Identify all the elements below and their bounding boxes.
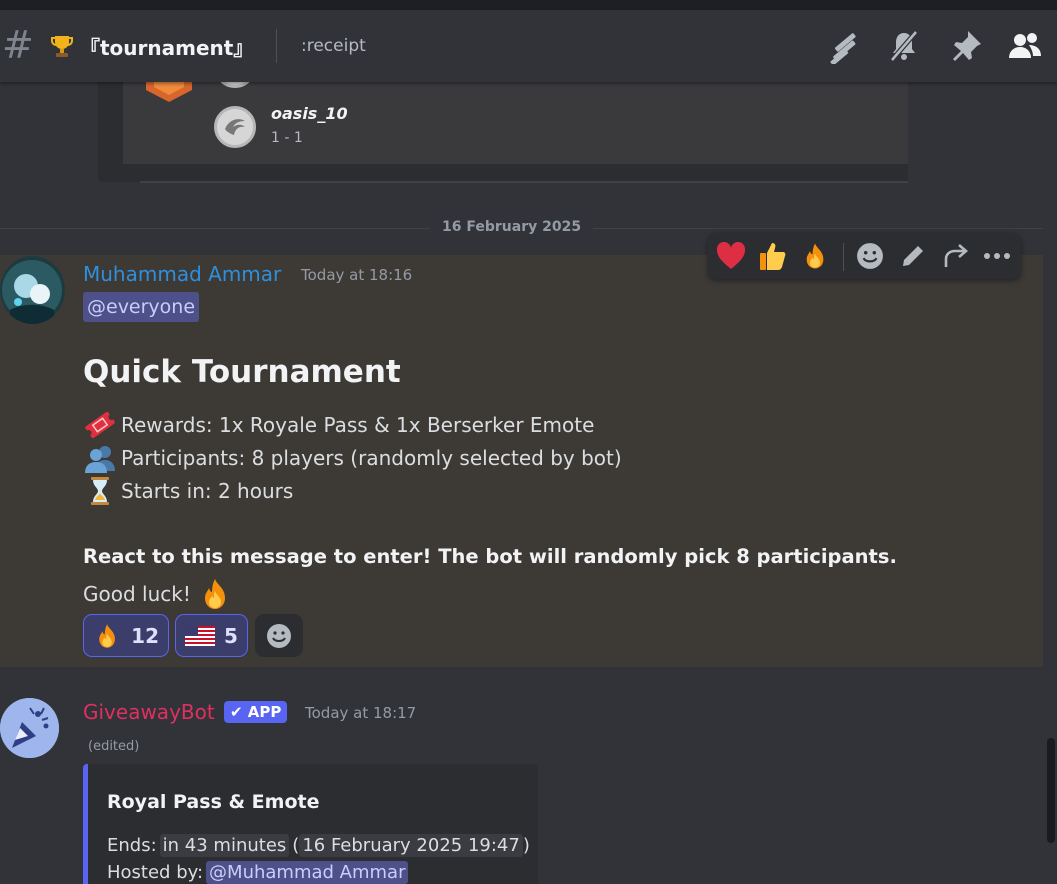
message-heading: Quick Tournament xyxy=(83,354,401,390)
reaction-count: 5 xyxy=(224,623,238,648)
paren-open: ( xyxy=(292,835,300,856)
ends-label: Ends: xyxy=(107,835,157,856)
message-line-starts: Starts in: 2 hours xyxy=(83,476,293,506)
add-reaction-button[interactable] xyxy=(255,614,303,657)
message-timestamp[interactable]: Today at 18:16 xyxy=(301,266,412,284)
reaction-count: 12 xyxy=(131,623,159,648)
user-avatar[interactable] xyxy=(0,256,65,324)
add-reaction-toolbar-button[interactable] xyxy=(853,240,887,272)
message-hover-toolbar xyxy=(708,233,1021,279)
enter-instructions: React to this message to enter! The bot … xyxy=(83,545,897,568)
reaction-us-flag[interactable]: 5 xyxy=(175,614,248,657)
members-icon[interactable] xyxy=(1007,28,1043,64)
message-line-rewards: Rewards: 1x Royale Pass & 1x Berserker E… xyxy=(83,410,594,440)
mute-bell-icon[interactable] xyxy=(886,28,922,64)
participants-text: Participants: 8 players (randomly select… xyxy=(121,446,622,470)
quick-react-heart[interactable] xyxy=(714,240,748,272)
forward-message-button[interactable] xyxy=(939,240,973,272)
add-reaction-icon xyxy=(267,623,291,648)
pin-icon[interactable] xyxy=(948,28,984,64)
player-name[interactable]: oasis_10 xyxy=(271,104,348,123)
giveaway-hosted-line: Hosted by: @Muhammad Ammar xyxy=(107,861,409,884)
edited-label: (edited) xyxy=(88,739,140,754)
giveaway-ends-line: Ends: in 43 minutes (16 February 2025 19… xyxy=(107,834,530,857)
channel-header: # 『tournament』 :receipt xyxy=(0,10,1057,82)
busts-emoji xyxy=(85,446,115,473)
hosted-label: Hosted by: xyxy=(107,862,204,883)
app-badge: ✔ APP xyxy=(224,701,288,723)
toolbar-divider xyxy=(843,243,844,271)
ends-absolute-timestamp[interactable]: 16 February 2025 19:47 xyxy=(299,834,523,857)
message-line-participants: Participants: 8 players (randomly select… xyxy=(83,443,622,473)
bot-message-timestamp[interactable]: Today at 18:17 xyxy=(305,704,416,722)
fire-emoji xyxy=(806,243,824,269)
player-score: 1 - 1 xyxy=(271,130,303,146)
header-divider xyxy=(276,29,277,63)
quick-react-fire[interactable] xyxy=(798,240,832,272)
window-top-strip xyxy=(0,0,1057,10)
channel-topic[interactable]: :receipt xyxy=(301,36,366,56)
host-mention[interactable]: @Muhammad Ammar xyxy=(206,861,409,884)
giveaway-title: Royal Pass & Emote xyxy=(107,791,320,813)
fire-emoji xyxy=(99,623,115,648)
channel-hash-icon: # xyxy=(2,23,34,67)
edit-message-button[interactable] xyxy=(896,240,930,272)
edit-icon xyxy=(903,246,923,266)
rewards-text: Rewards: 1x Royale Pass & 1x Berserker E… xyxy=(121,413,595,437)
good-luck-text: Good luck! xyxy=(83,582,191,606)
ends-relative-timestamp[interactable]: in 43 minutes xyxy=(159,834,290,857)
threads-icon[interactable] xyxy=(826,28,862,64)
trophy-icon xyxy=(51,36,73,57)
message-author[interactable]: Muhammad Ammar xyxy=(83,262,281,286)
paren-close: ) xyxy=(522,835,530,856)
more-icon xyxy=(984,253,1010,259)
quick-react-thumbs-up[interactable] xyxy=(756,240,790,272)
more-options-button[interactable] xyxy=(980,240,1014,272)
thumbs-up-emoji xyxy=(760,243,786,270)
bot-author[interactable]: GiveawayBot xyxy=(83,700,215,724)
embed-bottom-line xyxy=(140,181,908,183)
hourglass-emoji xyxy=(91,477,109,505)
bot-avatar[interactable] xyxy=(0,698,59,758)
ticket-emoji xyxy=(85,412,115,438)
reaction-fire[interactable]: 12 xyxy=(83,614,169,657)
everyone-mention[interactable]: @everyone xyxy=(83,292,200,322)
heart-emoji xyxy=(716,242,746,269)
good-luck-line: Good luck! xyxy=(83,577,233,611)
us-flag-emoji xyxy=(185,625,215,646)
starts-text: Starts in: 2 hours xyxy=(121,479,294,503)
add-reaction-icon xyxy=(857,243,883,269)
forward-icon xyxy=(944,244,968,267)
channel-name[interactable]: 『tournament』 xyxy=(80,32,253,61)
medal-icon xyxy=(146,80,192,102)
fire-emoji xyxy=(204,579,225,609)
date-divider: 16 February 2025 xyxy=(430,219,594,235)
player-avatar[interactable] xyxy=(214,106,256,148)
scrollbar-thumb[interactable] xyxy=(1047,738,1055,843)
